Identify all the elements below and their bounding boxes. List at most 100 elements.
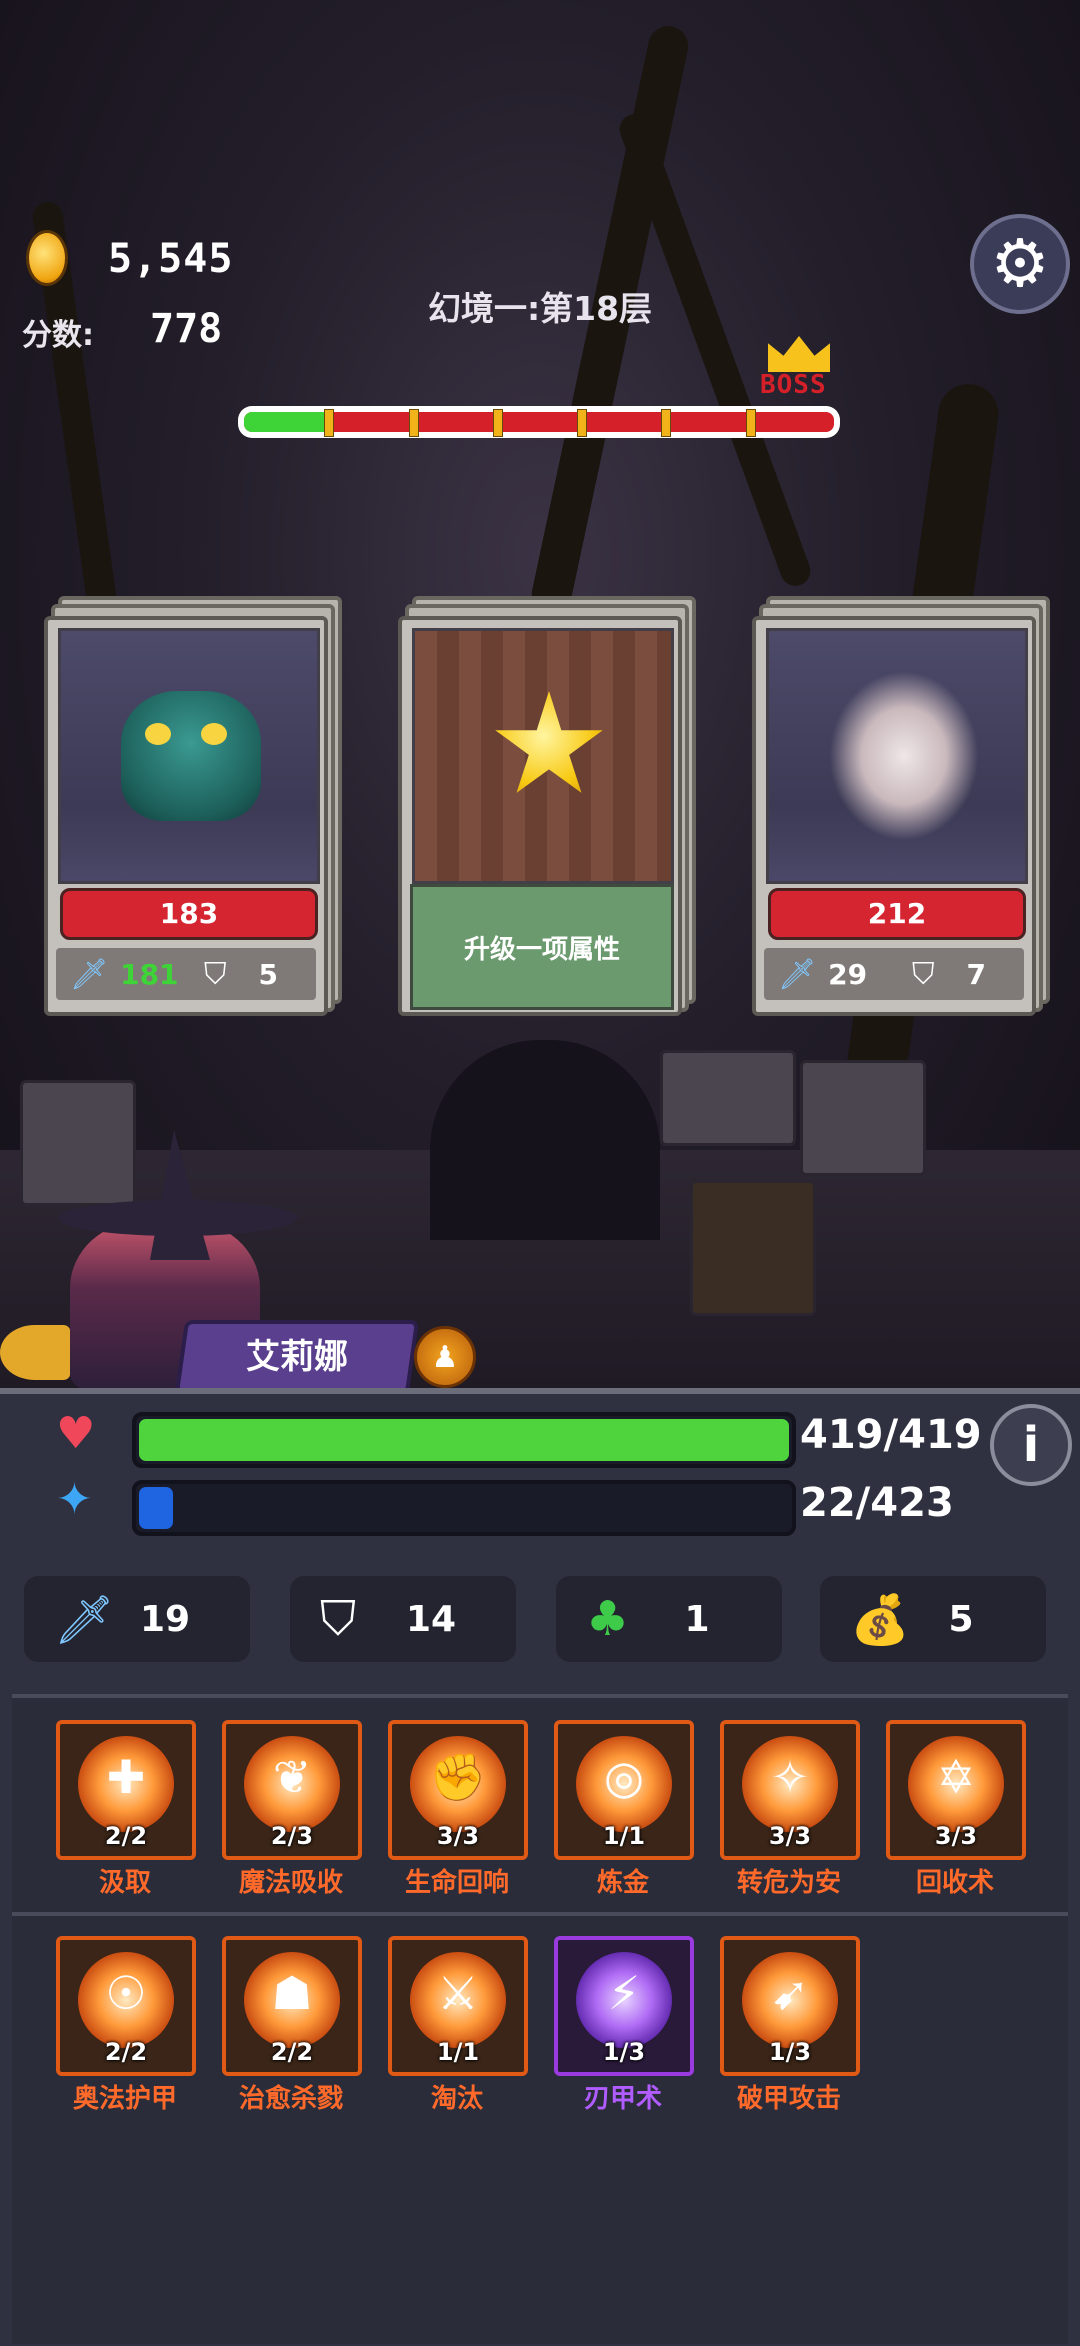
hp-bar-fill	[139, 1419, 789, 1461]
monster-eye	[145, 723, 171, 745]
skill-name: 魔法吸收	[238, 1868, 343, 1898]
skill-level: 2/2	[270, 2038, 314, 2066]
skill-name: 汲取	[98, 1868, 151, 1898]
enemy-attack: 181	[120, 957, 179, 991]
stone-block	[20, 1080, 136, 1206]
skill-icon: ➹	[770, 1966, 810, 2020]
tree-branch	[615, 109, 815, 591]
monster-art	[766, 628, 1028, 884]
mana-flame-icon: ✦	[56, 1474, 93, 1525]
shield-icon: ⛉	[912, 956, 935, 992]
skill-name: 转危为安	[736, 1868, 841, 1898]
skill-name: 生命回响	[404, 1868, 509, 1898]
skill-name: 回收术	[915, 1868, 994, 1898]
skill-icon-frame: ⚔ 1/1	[388, 1936, 528, 2076]
mp-bar-fill	[139, 1487, 173, 1529]
progress-tick	[745, 409, 756, 437]
ghost-monster	[829, 671, 979, 841]
character-name-tag: 艾莉娜	[174, 1320, 420, 1394]
skill-icon: ✚	[106, 1750, 146, 1804]
dungeon-doorway	[430, 1040, 660, 1240]
info-button[interactable]: i	[990, 1404, 1072, 1486]
character-class-badge[interactable]: ♟	[414, 1326, 476, 1388]
enemy-hp: 183	[60, 888, 318, 940]
stone-block	[660, 1050, 796, 1146]
heart-icon: ♥	[56, 1408, 96, 1459]
skill-slot[interactable]: ✚ 2/2 汲取	[56, 1720, 196, 1898]
progress-tick	[492, 409, 503, 437]
monster-art	[58, 628, 320, 884]
skill-icon: ✧	[770, 1750, 810, 1804]
defense-value: 14	[405, 1598, 457, 1640]
shield-icon: ⛉	[204, 956, 227, 992]
gear-icon: ⚙	[990, 225, 1050, 302]
skill-icon: ❦	[272, 1750, 312, 1804]
treasure-chest	[690, 1180, 816, 1316]
golem-monster	[121, 691, 261, 821]
skill-slot[interactable]: ❦ 2/3 魔法吸收	[222, 1720, 362, 1898]
enemy-hp: 212	[768, 888, 1026, 940]
sword-icon: 🗡	[778, 956, 817, 992]
skill-level: 2/2	[104, 2038, 148, 2066]
skill-slot[interactable]: ☉ 2/2 奥法护甲	[56, 1936, 196, 2114]
skill-slot[interactable]: ➹ 1/3 破甲攻击	[720, 1936, 860, 2114]
skill-slot[interactable]: ✧ 3/3 转危为安	[720, 1720, 860, 1898]
luck-value: 1	[684, 1598, 710, 1640]
skill-icon-frame: ✊ 3/3	[388, 1720, 528, 1860]
attack-stat: 🗡 19	[24, 1576, 250, 1662]
skill-slot[interactable]: ✡ 3/3 回收术	[886, 1720, 1026, 1898]
stage-progress-bar	[238, 406, 840, 438]
sword-icon: 🗡	[70, 956, 109, 992]
skill-icon-frame: ⚡ 1/3	[554, 1936, 694, 2076]
enemy-stats: 🗡 29 ⛉ 7	[764, 948, 1024, 1000]
card-face: 183 🗡 181 ⛉ 5	[44, 616, 328, 1016]
skill-level: 1/3	[768, 2038, 812, 2066]
sword-icon: 🗡	[54, 1591, 115, 1648]
card-face: 212 🗡 29 ⛉ 7	[752, 616, 1036, 1016]
defense-stat: ⛉ 14	[290, 1576, 516, 1662]
level-title: 幻境一:第18层	[427, 289, 653, 328]
skill-name: 炼金	[596, 1868, 649, 1898]
enemy-defense: 5	[258, 957, 278, 991]
skill-level: 3/3	[934, 1822, 978, 1850]
coin-count: 5,545	[108, 236, 234, 282]
skill-icon-frame: ☉ 2/2	[56, 1936, 196, 2076]
skill-slot[interactable]: ⚔ 1/1 淘汰	[388, 1936, 528, 2114]
person-icon: ♟	[431, 1339, 459, 1375]
star-icon	[495, 691, 603, 793]
skill-icon: ✡	[936, 1750, 976, 1804]
enemy-card-right[interactable]: 212 🗡 29 ⛉ 7	[752, 596, 1050, 1016]
mp-bar	[132, 1480, 796, 1536]
skill-slot[interactable]: ◎ 1/1 炼金	[554, 1720, 694, 1898]
stone-block	[800, 1060, 926, 1176]
enemy-stats: 🗡 181 ⛉ 5	[56, 948, 316, 1000]
gold-bag-stat: 💰 5	[820, 1576, 1046, 1662]
card-face: 升级一项属性	[398, 616, 682, 1016]
skill-name: 淘汰	[430, 2084, 483, 2114]
skill-icon: ☗	[271, 1966, 313, 2020]
boss-label: BOSS	[760, 370, 827, 400]
skill-level: 1/1	[436, 2038, 480, 2066]
upgrade-label: 升级一项属性	[410, 884, 674, 1010]
gold-bag-value: 5	[948, 1598, 974, 1640]
skill-name: 破甲攻击	[736, 2084, 841, 2114]
skill-icon-frame: ✧ 3/3	[720, 1720, 860, 1860]
skill-icon-frame: ☗ 2/2	[222, 1936, 362, 2076]
skill-slot[interactable]: ⚡ 1/3 刃甲术	[554, 1936, 694, 2114]
attack-value: 19	[139, 1598, 191, 1640]
skill-level: 1/1	[602, 1822, 646, 1850]
skill-icon: ✊	[429, 1750, 487, 1804]
hp-value: 419/419	[800, 1412, 982, 1458]
skill-name: 刃甲术	[583, 2084, 662, 2114]
enemy-card-left[interactable]: 183 🗡 181 ⛉ 5	[44, 596, 342, 1016]
progress-tick	[324, 409, 335, 437]
clover-icon: ♣	[586, 1591, 630, 1647]
character-name: 艾莉娜	[246, 1337, 348, 1377]
skill-name: 奥法护甲	[72, 2084, 177, 2114]
hp-bar	[132, 1412, 796, 1468]
settings-button[interactable]: ⚙	[970, 214, 1070, 314]
enemy-attack: 29	[828, 957, 868, 991]
skill-slot[interactable]: ✊ 3/3 生命回响	[388, 1720, 528, 1898]
skill-slot[interactable]: ☗ 2/2 治愈杀戮	[222, 1936, 362, 2114]
upgrade-card[interactable]: 升级一项属性	[398, 596, 696, 1016]
